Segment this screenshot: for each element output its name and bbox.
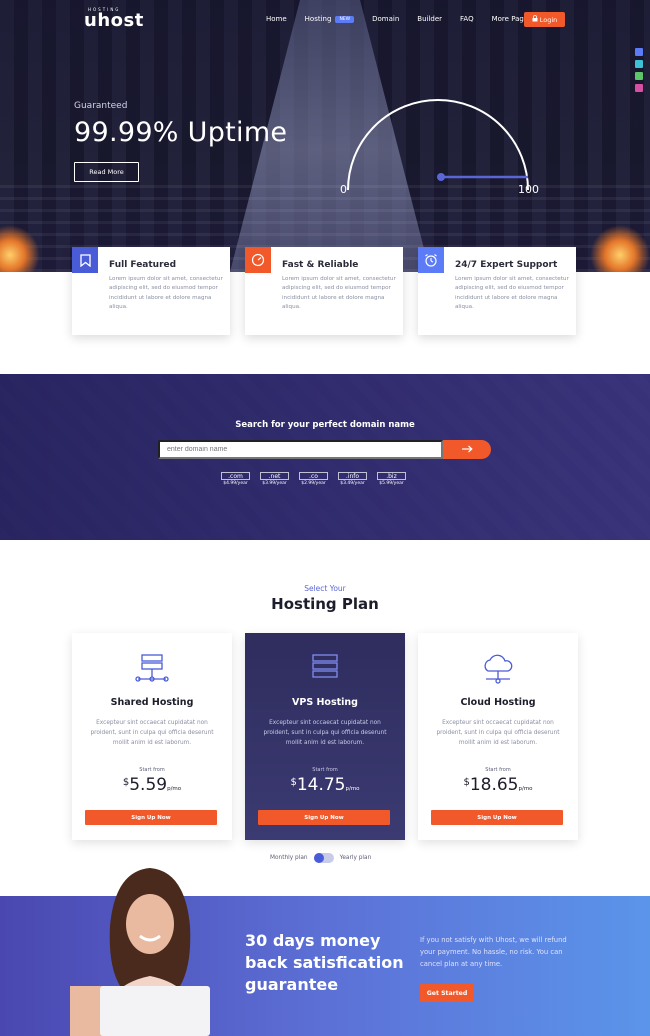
theme-swatch[interactable]: [635, 48, 643, 56]
plan-price: $18.65p/mo: [463, 775, 533, 795]
speedometer-icon: [245, 247, 271, 273]
billing-toggle-switch[interactable]: [313, 853, 334, 863]
uptime-gauge: [347, 99, 529, 191]
tld-price-list: .com $4.99/year .net $3.99/year .co $2.99/y…: [221, 472, 406, 486]
plan-price: $5.59p/mo: [122, 775, 182, 795]
plan-description: Excepteur sint occaecat cupidatat non pr…: [263, 720, 387, 746]
hero-title: 99.99% Uptime: [74, 117, 288, 148]
feature-text: Lorem ipsum dolor sit amet, consectetur …: [282, 276, 396, 310]
feature-card-expert-support: 24/7 Expert Support Lorem ipsum dolor si…: [418, 247, 576, 335]
woman-with-laptop-photo: [70, 868, 210, 1036]
hero-subtitle: Guaranteed: [74, 101, 128, 111]
nav-item-faq[interactable]: FAQ: [460, 15, 474, 23]
plan-name: VPS Hosting: [292, 697, 358, 708]
domain-search-button[interactable]: [443, 440, 491, 459]
feature-title: Fast & Reliable: [282, 260, 359, 270]
plan-start-label: Start from: [485, 767, 511, 773]
plan-card-vps: VPS Hosting Excepteur sint occaecat cupi…: [245, 633, 405, 840]
new-badge: NEW: [335, 15, 355, 23]
billing-toggle: Monthly plan Yearly plan: [270, 853, 371, 863]
nav-item-builder[interactable]: Builder: [417, 15, 442, 23]
domain-search-input[interactable]: [158, 440, 443, 459]
server-network-icon: [135, 654, 169, 682]
plan-name: Cloud Hosting: [460, 697, 536, 708]
get-started-button[interactable]: Get Started: [420, 984, 474, 1002]
gauge-max-label: 100: [518, 183, 539, 196]
plan-name: Shared Hosting: [110, 697, 194, 708]
login-button[interactable]: Login: [524, 12, 565, 27]
toggle-knob: [313, 853, 324, 863]
plan-card-shared: Shared Hosting Excepteur sint occaecat c…: [72, 633, 232, 840]
logo[interactable]: HOSTING uhost: [84, 7, 144, 31]
feature-title: 24/7 Expert Support: [455, 260, 558, 270]
tld-item[interactable]: .net $3.99/year: [260, 472, 289, 486]
lock-icon: [532, 15, 538, 24]
read-more-button[interactable]: Read More: [74, 162, 139, 182]
feature-text: Lorem ipsum dolor sit amet, consectetur …: [109, 276, 223, 310]
nav-item-home[interactable]: Home: [266, 15, 287, 23]
plan-description: Excepteur sint occaecat cupidatat non pr…: [90, 720, 214, 746]
feature-card-fast-reliable: Fast & Reliable Lorem ipsum dolor sit am…: [245, 247, 403, 335]
tld-item[interactable]: .co $2.99/year: [299, 472, 328, 486]
features-row: Full Featured Lorem ipsum dolor sit amet…: [72, 247, 582, 335]
main-nav: Home Hosting NEW Domain Builder FAQ More …: [266, 15, 550, 23]
tld-item[interactable]: .com $4.99/year: [221, 472, 250, 486]
theme-swatch[interactable]: [635, 72, 643, 80]
tld-item[interactable]: .biz $5.99/year: [377, 472, 406, 486]
feature-title: Full Featured: [109, 260, 177, 270]
plan-price: $14.75p/mo: [290, 775, 360, 795]
feature-text: Lorem ipsum dolor sit amet, consectetur …: [455, 276, 569, 310]
feature-card-full-featured: Full Featured Lorem ipsum dolor sit amet…: [72, 247, 230, 335]
server-stack-icon: [312, 654, 338, 678]
guarantee-text: If you not satisfy with Uhost, we will r…: [420, 936, 567, 968]
alarm-clock-icon: [418, 247, 444, 273]
monthly-plan-label: Monthly plan: [270, 855, 308, 861]
cloud-network-icon: [484, 654, 513, 684]
plan-description: Excepteur sint occaecat cupidatat non pr…: [436, 720, 560, 746]
tld-item[interactable]: .info $3.49/year: [338, 472, 367, 486]
plans-kicker: Select Your: [304, 584, 346, 593]
gauge-min-label: 0: [340, 183, 347, 196]
theme-swatch[interactable]: [635, 60, 643, 68]
sign-up-button[interactable]: Sign Up Now: [85, 810, 217, 825]
login-label: Login: [539, 15, 558, 24]
bookmark-icon: [72, 247, 98, 273]
plans-title: Hosting Plan: [271, 595, 379, 613]
theme-swatch[interactable]: [635, 84, 643, 92]
yearly-plan-label: Yearly plan: [339, 855, 372, 861]
theme-color-switcher: [635, 48, 643, 96]
logo-tagline: HOSTING: [88, 7, 121, 12]
logo-text: uhost: [84, 10, 144, 31]
plan-start-label: Start from: [312, 767, 338, 773]
arrow-right-icon: [461, 443, 473, 456]
sign-up-button[interactable]: Sign Up Now: [258, 810, 390, 825]
guarantee-title: 30 days money back satisfication guarant…: [245, 931, 404, 994]
domain-search-title: Search for your perfect domain name: [235, 420, 415, 430]
plan-start-label: Start from: [139, 767, 165, 773]
plan-card-cloud: Cloud Hosting Excepteur sint occaecat cu…: [418, 633, 578, 840]
nav-item-hosting[interactable]: Hosting NEW: [305, 15, 355, 23]
nav-item-domain[interactable]: Domain: [372, 15, 399, 23]
sign-up-button[interactable]: Sign Up Now: [431, 810, 563, 825]
